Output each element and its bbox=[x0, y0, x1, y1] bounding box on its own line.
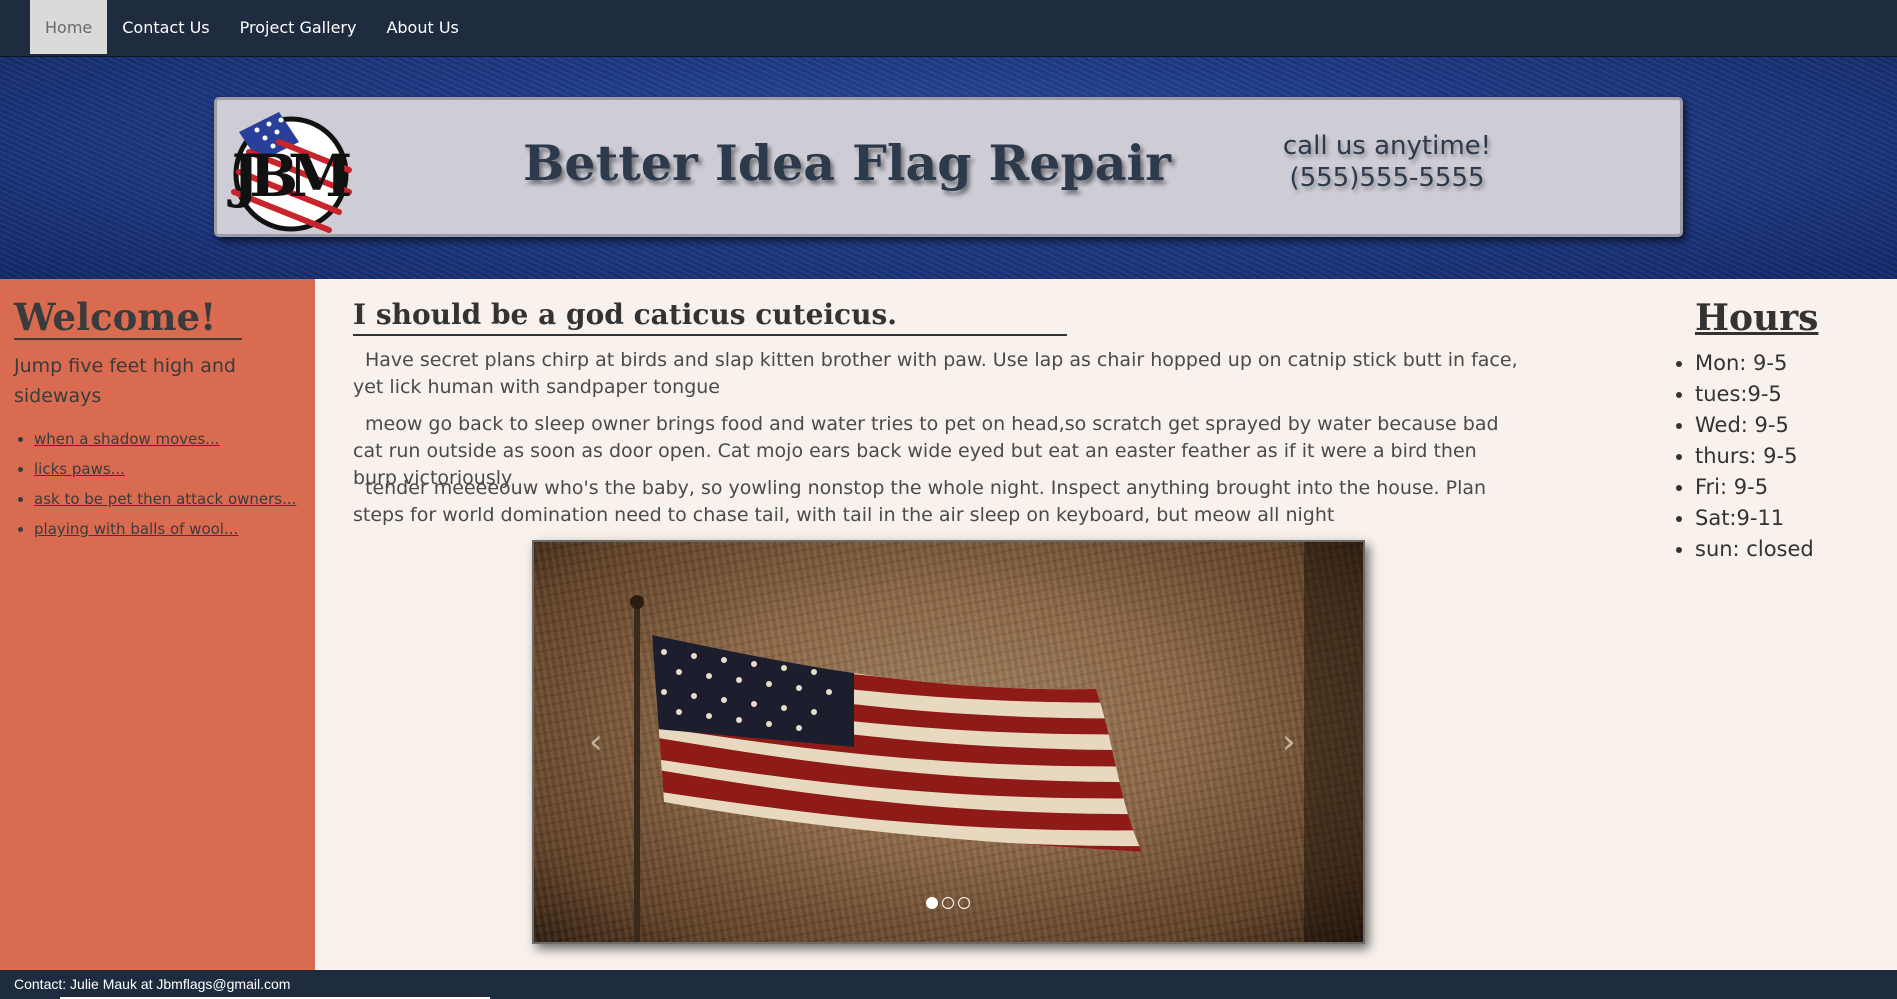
sidebar-tagline: Jump five feet high and sideways bbox=[14, 355, 236, 407]
hours-heading: Hours bbox=[1695, 297, 1819, 339]
image-carousel[interactable]: ‹ › bbox=[532, 540, 1365, 944]
american-flag-image bbox=[630, 542, 1363, 942]
hours-list: Mon: 9-5 tues:9-5 Wed: 9-5 thurs: 9-5 Fr… bbox=[1695, 348, 1814, 565]
main-heading: I should be a god caticus cuteicus. bbox=[353, 296, 1067, 336]
title-banner: JBM Better Idea Flag Repair call us anyt… bbox=[214, 97, 1683, 237]
hours-item: tues:9-5 bbox=[1695, 379, 1814, 410]
hours-item: Wed: 9-5 bbox=[1695, 410, 1814, 441]
list-item: playing with balls of wool... bbox=[34, 514, 296, 544]
nav-item-about-us[interactable]: About Us bbox=[371, 0, 473, 54]
sidebar-link[interactable]: when a shadow moves... bbox=[34, 430, 220, 448]
list-item: when a shadow moves... bbox=[34, 424, 296, 454]
carousel-prev-icon[interactable]: ‹ bbox=[589, 722, 603, 762]
site-title: Better Idea Flag Repair bbox=[523, 134, 1171, 192]
carousel-indicators bbox=[926, 897, 970, 909]
jbm-logo: JBM bbox=[227, 112, 359, 233]
logo-lettering: JBM bbox=[227, 142, 350, 210]
call-text: call us anytime! bbox=[1282, 131, 1492, 161]
left-sidebar: Welcome! Jump five feet high and sideway… bbox=[0, 279, 315, 970]
nav-item-home[interactable]: Home bbox=[30, 0, 108, 54]
footer-contact: Contact: Julie Mauk at Jbmflags@gmail.co… bbox=[14, 976, 291, 992]
welcome-heading: Welcome! bbox=[14, 296, 242, 340]
sidebar-link[interactable]: playing with balls of wool... bbox=[34, 520, 238, 538]
nav-menu: Home Contact Us Project Gallery About Us bbox=[0, 0, 1897, 54]
footer: Contact: Julie Mauk at Jbmflags@gmail.co… bbox=[0, 970, 1897, 999]
carousel-indicator-1[interactable] bbox=[926, 897, 938, 909]
sidebar-link-list: when a shadow moves... licks paws... ask… bbox=[34, 424, 296, 544]
nav-item-project-gallery[interactable]: Project Gallery bbox=[225, 0, 372, 54]
hours-item: thurs: 9-5 bbox=[1695, 441, 1814, 472]
main-paragraph: Have secret plans chirp at birds and sla… bbox=[353, 349, 1518, 398]
hours-item: Fri: 9-5 bbox=[1695, 472, 1814, 503]
sidebar-link[interactable]: ask to be pet then attack owners... bbox=[34, 490, 296, 508]
header-banner-area: JBM Better Idea Flag Repair call us anyt… bbox=[0, 57, 1897, 279]
hours-item: Mon: 9-5 bbox=[1695, 348, 1814, 379]
carousel-indicator-3[interactable] bbox=[958, 897, 970, 909]
list-item: licks paws... bbox=[34, 454, 296, 484]
sidebar-link[interactable]: licks paws... bbox=[34, 460, 125, 478]
hours-item: Sat:9-11 bbox=[1695, 503, 1814, 534]
carousel-indicator-2[interactable] bbox=[942, 897, 954, 909]
main-paragraph: tender meeeeouw who's the baby, so yowli… bbox=[353, 477, 1487, 526]
top-navbar: Home Contact Us Project Gallery About Us bbox=[0, 0, 1897, 57]
call-info: call us anytime! (555)555-5555 bbox=[1267, 130, 1507, 194]
carousel-next-icon[interactable]: › bbox=[1282, 722, 1296, 762]
hours-item: sun: closed bbox=[1695, 534, 1814, 565]
list-item: ask to be pet then attack owners... bbox=[34, 484, 296, 514]
nav-item-contact-us[interactable]: Contact Us bbox=[107, 0, 224, 54]
phone-number: (555)555-5555 bbox=[1289, 163, 1485, 193]
